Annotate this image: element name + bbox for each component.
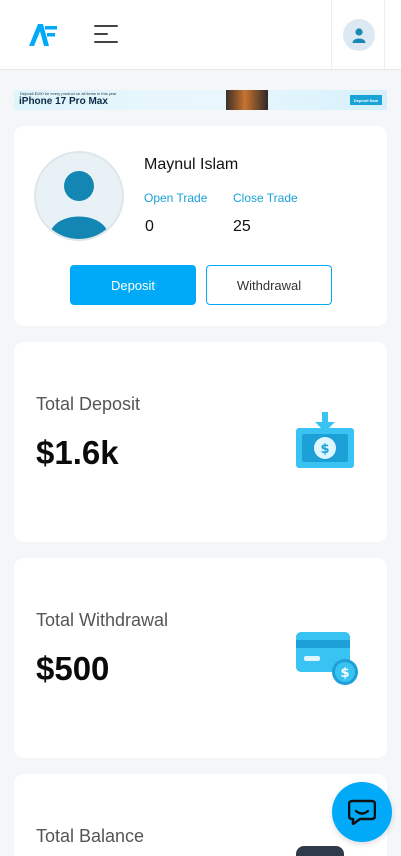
svg-text:$: $ [340, 666, 349, 681]
total-balance-label: Total Balance [36, 826, 145, 846]
profile-name: Maynul Islam [144, 156, 239, 173]
svg-text:$: $ [320, 442, 329, 457]
money-deposit-icon: $ [294, 410, 356, 476]
total-withdrawal-value: $500 [36, 650, 110, 687]
banner-deposit-button[interactable]: Deposit Now [350, 95, 382, 105]
total-withdrawal-label: Total Withdrawal [36, 610, 169, 630]
total-deposit-card: Total Deposit $1.6k $ [14, 342, 387, 542]
close-trade-label: Close Trade [233, 191, 298, 205]
total-balance-card: Total Balance [14, 774, 387, 856]
phone-image [226, 90, 268, 110]
user-avatar-icon[interactable] [343, 19, 375, 51]
wallet-icon [296, 846, 344, 856]
promo-banner[interactable]: Deposit $100 for every product on all it… [14, 90, 387, 110]
hamburger-menu-icon[interactable] [94, 25, 118, 45]
open-trade-value: 0 [145, 218, 154, 235]
banner-title: iPhone 17 Pro Max [19, 96, 108, 107]
profile-card: Maynul Islam Open Trade Close Trade 0 25… [14, 126, 387, 326]
total-withdrawal-card: Total Withdrawal $500 $ [14, 558, 387, 758]
withdrawal-button[interactable]: Withdrawal [206, 265, 332, 305]
deposit-button[interactable]: Deposit [70, 265, 196, 305]
top-bar [0, 0, 401, 70]
open-trade-label: Open Trade [144, 191, 208, 205]
close-trade-value: 25 [233, 218, 251, 235]
af-logo-icon[interactable] [27, 22, 59, 48]
card-withdrawal-icon: $ [294, 628, 360, 694]
chat-bubble-icon[interactable] [332, 782, 392, 842]
profile-avatar [34, 151, 124, 241]
total-deposit-label: Total Deposit [36, 394, 141, 414]
user-menu [331, 0, 385, 70]
total-deposit-value: $1.6k [36, 434, 119, 471]
